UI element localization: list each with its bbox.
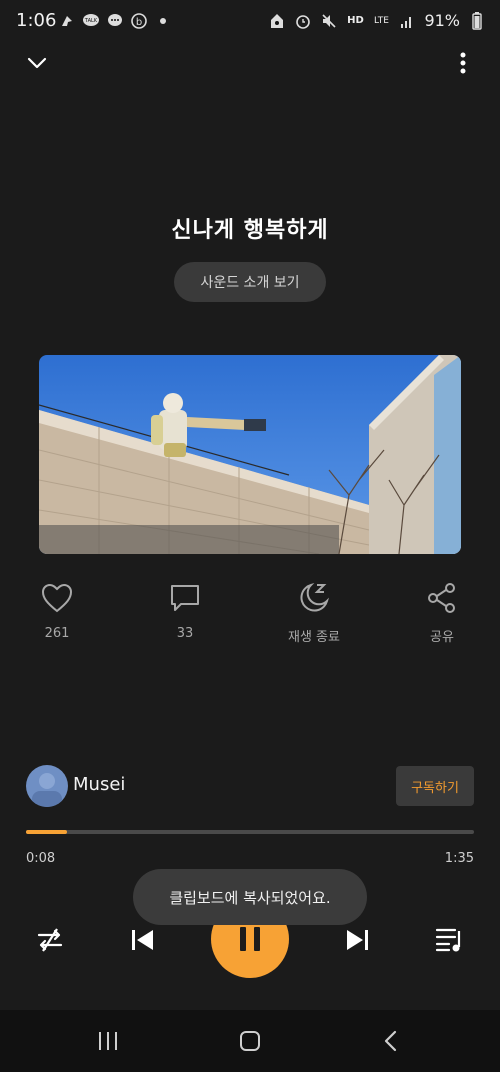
sleep-timer-label: 재생 종료 bbox=[288, 630, 340, 645]
playlist-icon bbox=[435, 928, 461, 952]
pause-icon bbox=[240, 927, 260, 951]
previous-button[interactable] bbox=[120, 920, 164, 960]
current-time: 0:08 bbox=[26, 851, 56, 866]
like-button[interactable]: 261 bbox=[12, 578, 102, 641]
artist-name[interactable]: Musei bbox=[73, 774, 125, 795]
sleep-timer-button[interactable]: 재생 종료 bbox=[269, 578, 359, 645]
repeat-button[interactable] bbox=[28, 920, 72, 960]
bird-app-icon bbox=[58, 12, 76, 30]
more-options-button[interactable] bbox=[443, 43, 483, 83]
talk-icon: TALK bbox=[82, 12, 100, 30]
toast-message: 클립보드에 복사되었어요. bbox=[133, 869, 367, 925]
progress-bar[interactable] bbox=[26, 830, 474, 834]
more-notifications-dot-icon bbox=[154, 12, 172, 30]
status-bar: 1:06 TALK b HD LTE 91% bbox=[0, 0, 500, 44]
share-label: 공유 bbox=[430, 630, 454, 645]
status-system-icons: HD LTE 91% bbox=[268, 11, 486, 30]
like-count: 261 bbox=[44, 626, 70, 641]
subscribe-button[interactable]: 구독하기 bbox=[396, 766, 474, 806]
playlist-button[interactable] bbox=[428, 920, 472, 960]
hd-voice-icon: HD bbox=[347, 15, 364, 26]
home-icon bbox=[240, 1031, 260, 1051]
more-vertical-icon bbox=[460, 52, 466, 74]
share-button[interactable]: 공유 bbox=[397, 578, 487, 645]
alarm-icon bbox=[294, 12, 312, 30]
comment-count: 33 bbox=[176, 626, 194, 641]
back-icon bbox=[384, 1030, 397, 1052]
battery-icon bbox=[468, 11, 486, 30]
home-lock-icon bbox=[268, 12, 286, 30]
skip-previous-icon bbox=[132, 930, 153, 950]
collapse-player-button[interactable] bbox=[17, 43, 57, 83]
total-time: 1:35 bbox=[444, 851, 474, 866]
recent-apps-button[interactable] bbox=[86, 1024, 130, 1058]
back-button[interactable] bbox=[368, 1024, 412, 1058]
share-icon bbox=[428, 583, 455, 613]
recent-apps-icon bbox=[99, 1032, 117, 1050]
system-nav-bar bbox=[0, 1010, 500, 1072]
skip-next-icon bbox=[347, 930, 368, 950]
next-button[interactable] bbox=[336, 920, 380, 960]
status-notification-icons: TALK b bbox=[58, 12, 172, 30]
lte-icon: LTE bbox=[373, 15, 389, 26]
sound-intro-button[interactable]: 사운드 소개 보기 bbox=[174, 262, 326, 302]
progress-fill bbox=[26, 830, 67, 834]
battery-percent: 91% bbox=[424, 11, 460, 30]
svg-text:TALK: TALK bbox=[84, 18, 98, 24]
track-title: 신나게 행복하게 bbox=[171, 218, 329, 243]
repeat-icon bbox=[37, 928, 63, 952]
home-button[interactable] bbox=[228, 1024, 272, 1058]
chat-bubble-icon bbox=[106, 12, 124, 30]
svg-text:b: b bbox=[136, 17, 142, 28]
comment-button[interactable]: 33 bbox=[140, 578, 230, 641]
mute-icon bbox=[320, 12, 338, 30]
comment-icon bbox=[171, 585, 199, 611]
status-time: 1:06 bbox=[16, 10, 57, 31]
artist-avatar[interactable] bbox=[26, 765, 68, 807]
album-artwork bbox=[39, 355, 461, 554]
signal-icon bbox=[398, 12, 416, 30]
chevron-down-icon bbox=[27, 57, 47, 69]
heart-icon bbox=[41, 583, 73, 613]
b-app-icon: b bbox=[130, 12, 148, 30]
moon-sleep-icon bbox=[300, 583, 329, 612]
